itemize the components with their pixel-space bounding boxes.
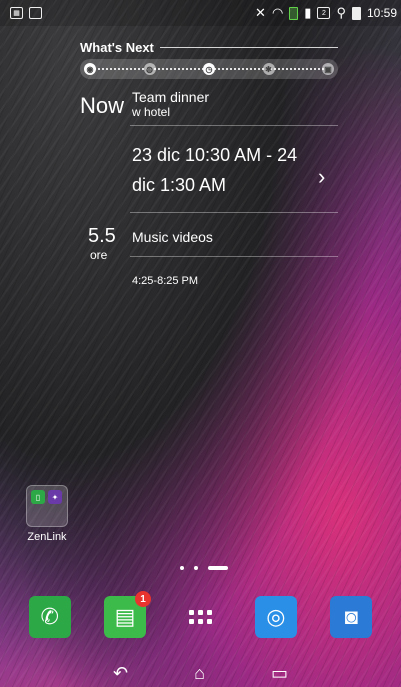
divider	[130, 212, 338, 213]
duration-unit: ore	[90, 248, 108, 262]
clock-icon[interactable]: ◷	[203, 63, 215, 75]
header-line	[159, 47, 338, 48]
location-icon: ⚲	[336, 5, 346, 20]
status-bar: ▦ ✕ ◠ ▮ 2 ⚲ 10:59	[0, 0, 401, 26]
share-link-icon: ▯	[31, 490, 45, 504]
phone-icon: ✆	[40, 604, 59, 629]
now-label: Now	[80, 93, 125, 118]
calendar-icon: ▦	[10, 7, 23, 19]
sim-2-icon: 2	[317, 7, 331, 19]
back-button[interactable]: ↶	[113, 663, 128, 684]
timeline[interactable]: ◉ ◍ ◷ ✱ ▣	[80, 59, 338, 79]
current-event[interactable]: Now Team dinner w hotel	[80, 89, 338, 119]
page-dot	[194, 566, 198, 570]
browser-app[interactable]: ◎	[254, 596, 297, 638]
page-dot-active	[208, 566, 228, 570]
widget-header: What's Next	[80, 40, 338, 55]
camera-icon: ◙	[344, 604, 358, 629]
image-icon	[29, 7, 42, 19]
recent-apps-button[interactable]: ▭	[271, 663, 288, 684]
navigation-bar: ↶ ⌂ ▭	[0, 660, 401, 687]
home-button[interactable]: ⌂	[194, 663, 205, 684]
birthday-icon[interactable]: ✱	[262, 63, 275, 75]
dock: ✆ ▤ 1 ◎ ◙	[0, 591, 401, 638]
phone-app[interactable]: ✆	[28, 596, 71, 638]
divider	[130, 125, 338, 126]
calendar-icon[interactable]: ▣	[322, 63, 334, 75]
event-date: 23 dic 10:30 AM - 24 dic 1:30 AM	[132, 145, 298, 195]
event-location: w hotel	[132, 105, 171, 119]
duration-value: 5.5	[88, 225, 116, 247]
page-indicator	[180, 566, 228, 570]
chevron-right-icon[interactable]: ›	[318, 164, 325, 190]
mute-icon: ✕	[255, 5, 266, 20]
all-apps-button[interactable]	[179, 596, 221, 638]
battery-saver-icon	[289, 6, 299, 20]
globe-icon: ◎	[266, 604, 286, 629]
messages-app[interactable]: ▤ 1	[104, 591, 152, 638]
page-dot	[180, 566, 184, 570]
widget-title: What's Next	[80, 40, 154, 55]
clock: 10:59	[366, 6, 397, 20]
camera-app[interactable]: ◙	[330, 596, 373, 638]
wifi-icon: ◠	[271, 5, 284, 20]
apps-grid-icon	[188, 610, 212, 624]
event-title: Team dinner	[132, 89, 210, 105]
message-icon: ▤	[114, 604, 136, 629]
party-link-icon: ✦	[48, 490, 62, 504]
globe-icon[interactable]: ◍	[143, 63, 156, 75]
whats-next-widget[interactable]: What's Next ◉ ◍ ◷ ✱ ▣ Now Team dinner w …	[80, 40, 338, 287]
next-event-title: Music videos	[132, 229, 213, 245]
alarm-icon[interactable]: ◉	[84, 63, 96, 75]
next-event-time: 4:25-8:25 PM	[132, 275, 199, 287]
zenlink-folder[interactable]: ▯ ✦ ZenLink	[26, 485, 68, 543]
folder-label: ZenLink	[27, 531, 67, 543]
battery-icon	[351, 6, 361, 20]
signal-icon: ▮	[304, 5, 312, 20]
folder-box[interactable]: ▯ ✦	[26, 485, 68, 527]
unread-badge: 1	[135, 591, 152, 607]
